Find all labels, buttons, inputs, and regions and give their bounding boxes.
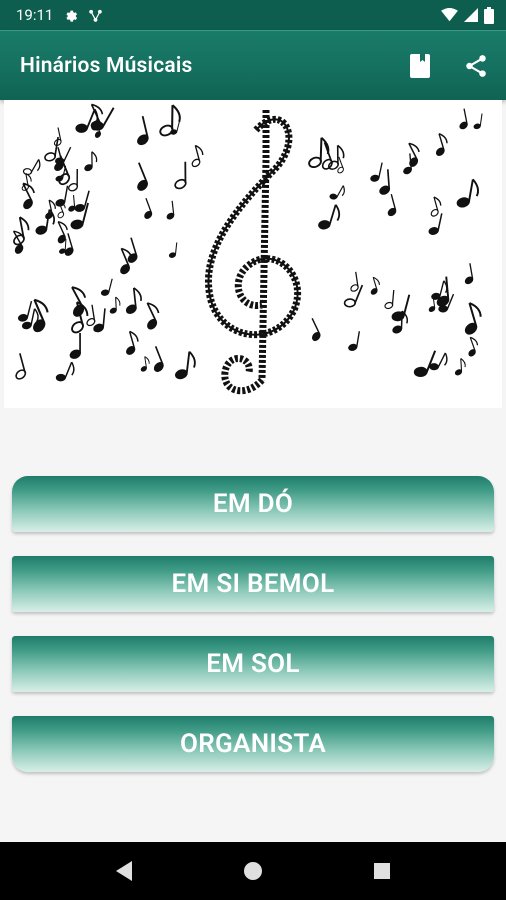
back-icon[interactable] [104,851,144,891]
organista-button[interactable]: ORGANISTA [12,716,494,772]
share-icon[interactable] [462,52,490,80]
system-nav-bar [0,842,506,900]
network-share-icon [88,8,103,23]
em-do-button[interactable]: EM DÓ [12,476,494,532]
app-title: Hinários Músicais [20,53,193,78]
battery-icon [484,6,494,24]
em-si-bemol-button[interactable]: EM SI BEMOL [12,556,494,612]
status-bar: 19:11 [0,0,506,30]
signal-icon [464,8,478,22]
home-icon[interactable] [233,851,273,891]
recents-icon[interactable] [362,851,402,891]
status-time: 19:11 [16,6,54,24]
book-icon[interactable] [406,52,434,80]
wifi-icon [441,8,458,22]
gear-icon [63,8,78,23]
music-notes-illustration [4,100,502,408]
app-bar: Hinários Músicais [0,30,506,100]
em-sol-button[interactable]: EM SOL [12,636,494,692]
